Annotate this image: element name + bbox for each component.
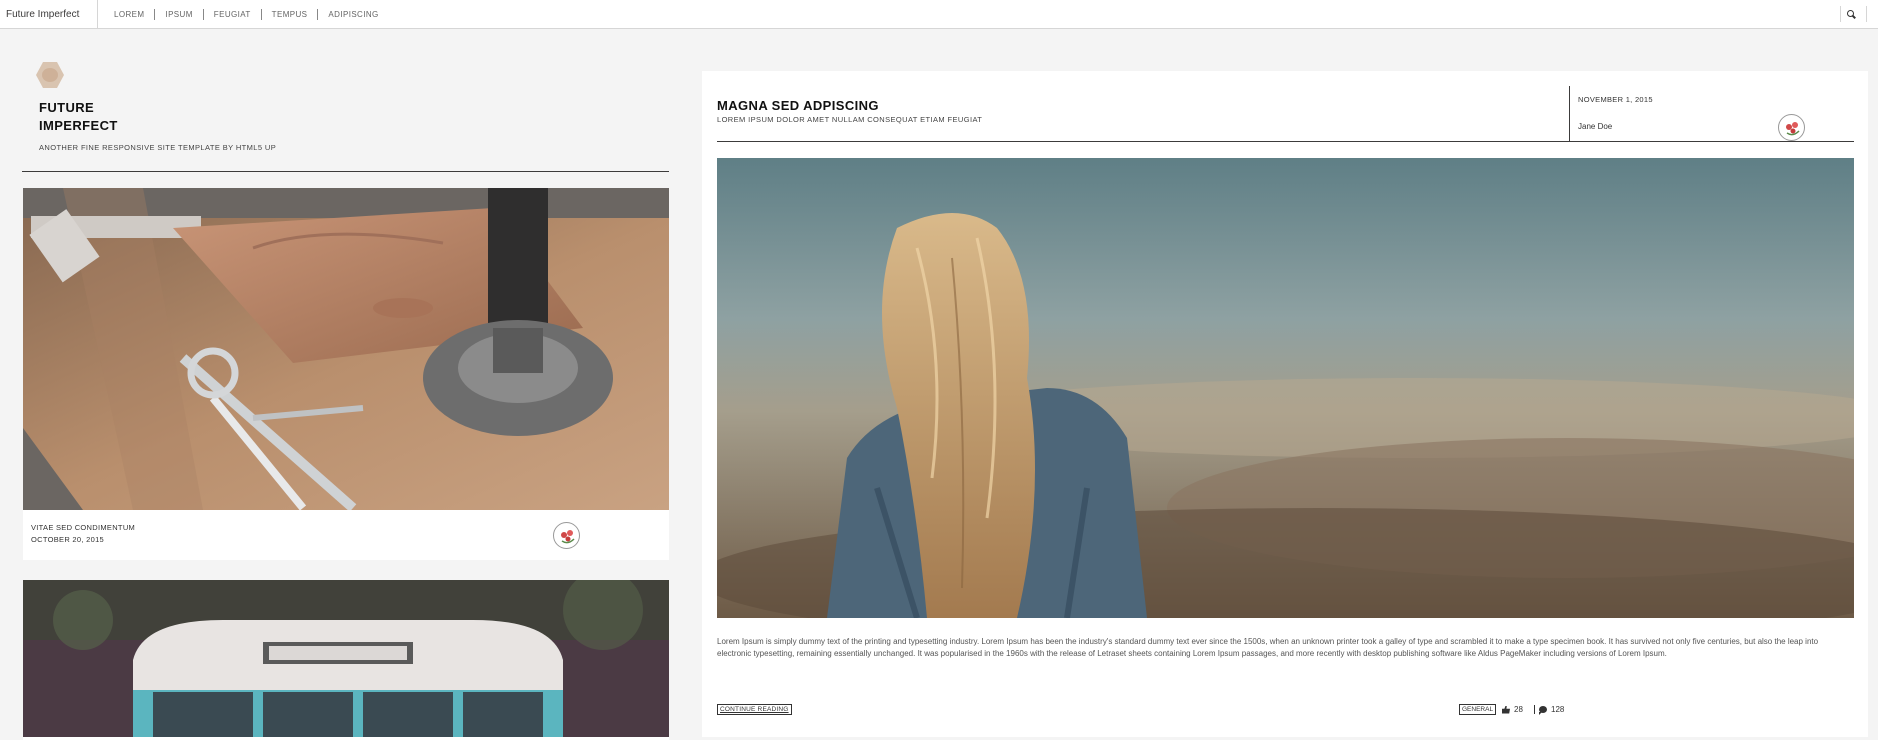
comments-count: 128 — [1551, 705, 1565, 714]
mini-post — [23, 580, 669, 740]
likes-count: 28 — [1514, 705, 1523, 714]
post-title[interactable]: MAGNA SED ADPISCING — [717, 98, 879, 113]
nav-item-ipsum[interactable]: IPSUM — [155, 9, 204, 20]
continue-reading-button[interactable]: CONTINUE READING — [717, 704, 792, 715]
nav-item-feugiat[interactable]: FEUGIAT — [204, 9, 262, 20]
post-image[interactable] — [717, 158, 1854, 618]
main-nav: LOREM IPSUM FEUGIAT TEMPUS ADIPISCING — [104, 0, 389, 29]
nav-item-adipiscing[interactable]: ADIPISCING — [318, 9, 388, 20]
intro-subtitle: ANOTHER FINE RESPONSIVE SITE TEMPLATE BY… — [39, 143, 277, 152]
post-date: NOVEMBER 1, 2015 — [1578, 95, 1653, 104]
site-logo[interactable] — [36, 62, 64, 88]
post-author[interactable]: Jane Doe — [1578, 122, 1612, 131]
comments-stat[interactable]: 128 — [1534, 705, 1564, 714]
nav-item-tempus[interactable]: TEMPUS — [262, 9, 319, 20]
intro-title-line-2: IMPERFECT — [39, 118, 118, 133]
post-meta-divider — [1569, 86, 1570, 142]
mini-post: VITAE SED CONDIMENTUM OCTOBER 20, 2015 — [23, 188, 669, 560]
thumbs-up-icon — [1502, 705, 1510, 714]
avatar[interactable] — [553, 522, 580, 549]
site-brand[interactable]: Future Imperfect — [6, 0, 99, 29]
intro-title: FUTURE IMPERFECT — [39, 99, 179, 135]
intro-title-line-1: FUTURE — [39, 100, 95, 115]
mini-post-image[interactable] — [23, 580, 669, 737]
post-body: Lorem Ipsum is simply dummy text of the … — [717, 637, 1819, 658]
mini-post-image[interactable] — [23, 188, 669, 510]
intro-divider — [22, 171, 669, 172]
menu-toggle[interactable] — [1866, 6, 1878, 22]
main-post: MAGNA SED ADPISCING LOREM IPSUM DOLOR AM… — [702, 71, 1868, 737]
category-tag[interactable]: GENERAL — [1459, 704, 1497, 715]
nav-item-lorem[interactable]: LOREM — [104, 9, 156, 20]
post-header-divider — [717, 141, 1854, 142]
top-bar: Future Imperfect LOREM IPSUM FEUGIAT TEM… — [0, 0, 1878, 29]
mini-post-title[interactable]: VITAE SED CONDIMENTUM — [31, 523, 135, 532]
likes-stat[interactable]: 28 — [1502, 705, 1523, 714]
comment-icon — [1539, 706, 1547, 713]
mini-post-date: OCTOBER 20, 2015 — [31, 535, 105, 544]
avatar[interactable] — [1778, 114, 1805, 141]
search-icon[interactable] — [1840, 6, 1856, 22]
post-subtitle: LOREM IPSUM DOLOR AMET NULLAM CONSEQUAT … — [717, 115, 983, 124]
